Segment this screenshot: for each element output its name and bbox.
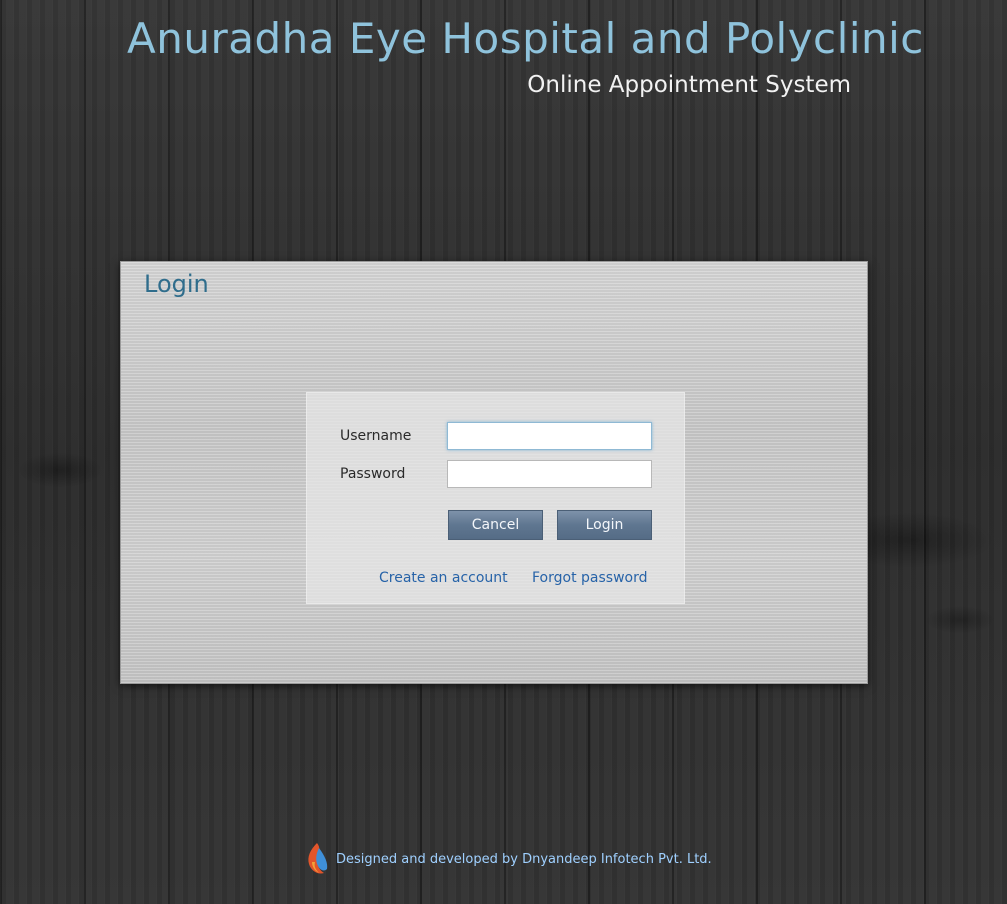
cancel-button[interactable]: Cancel (448, 510, 543, 540)
login-heading: Login (144, 270, 209, 298)
flame-logo-icon (308, 843, 328, 874)
site-title: Anuradha Eye Hospital and Polyclinic (127, 14, 924, 63)
site-subtitle: Online Appointment System (527, 72, 851, 98)
footer-credit: Designed and developed by Dnyandeep Info… (336, 851, 712, 867)
username-input[interactable] (447, 422, 652, 450)
login-button[interactable]: Login (557, 510, 652, 540)
forgot-password-link[interactable]: Forgot password (532, 570, 648, 586)
footer: Designed and developed by Dnyandeep Info… (304, 842, 712, 876)
login-form: Username Password Cancel Login Create an… (306, 392, 685, 604)
username-label: Username (340, 428, 412, 444)
password-label: Password (340, 466, 406, 482)
create-account-link[interactable]: Create an account (379, 570, 508, 586)
login-panel: Login Username Password Cancel Login Cre… (120, 261, 868, 684)
password-input[interactable] (447, 460, 652, 488)
